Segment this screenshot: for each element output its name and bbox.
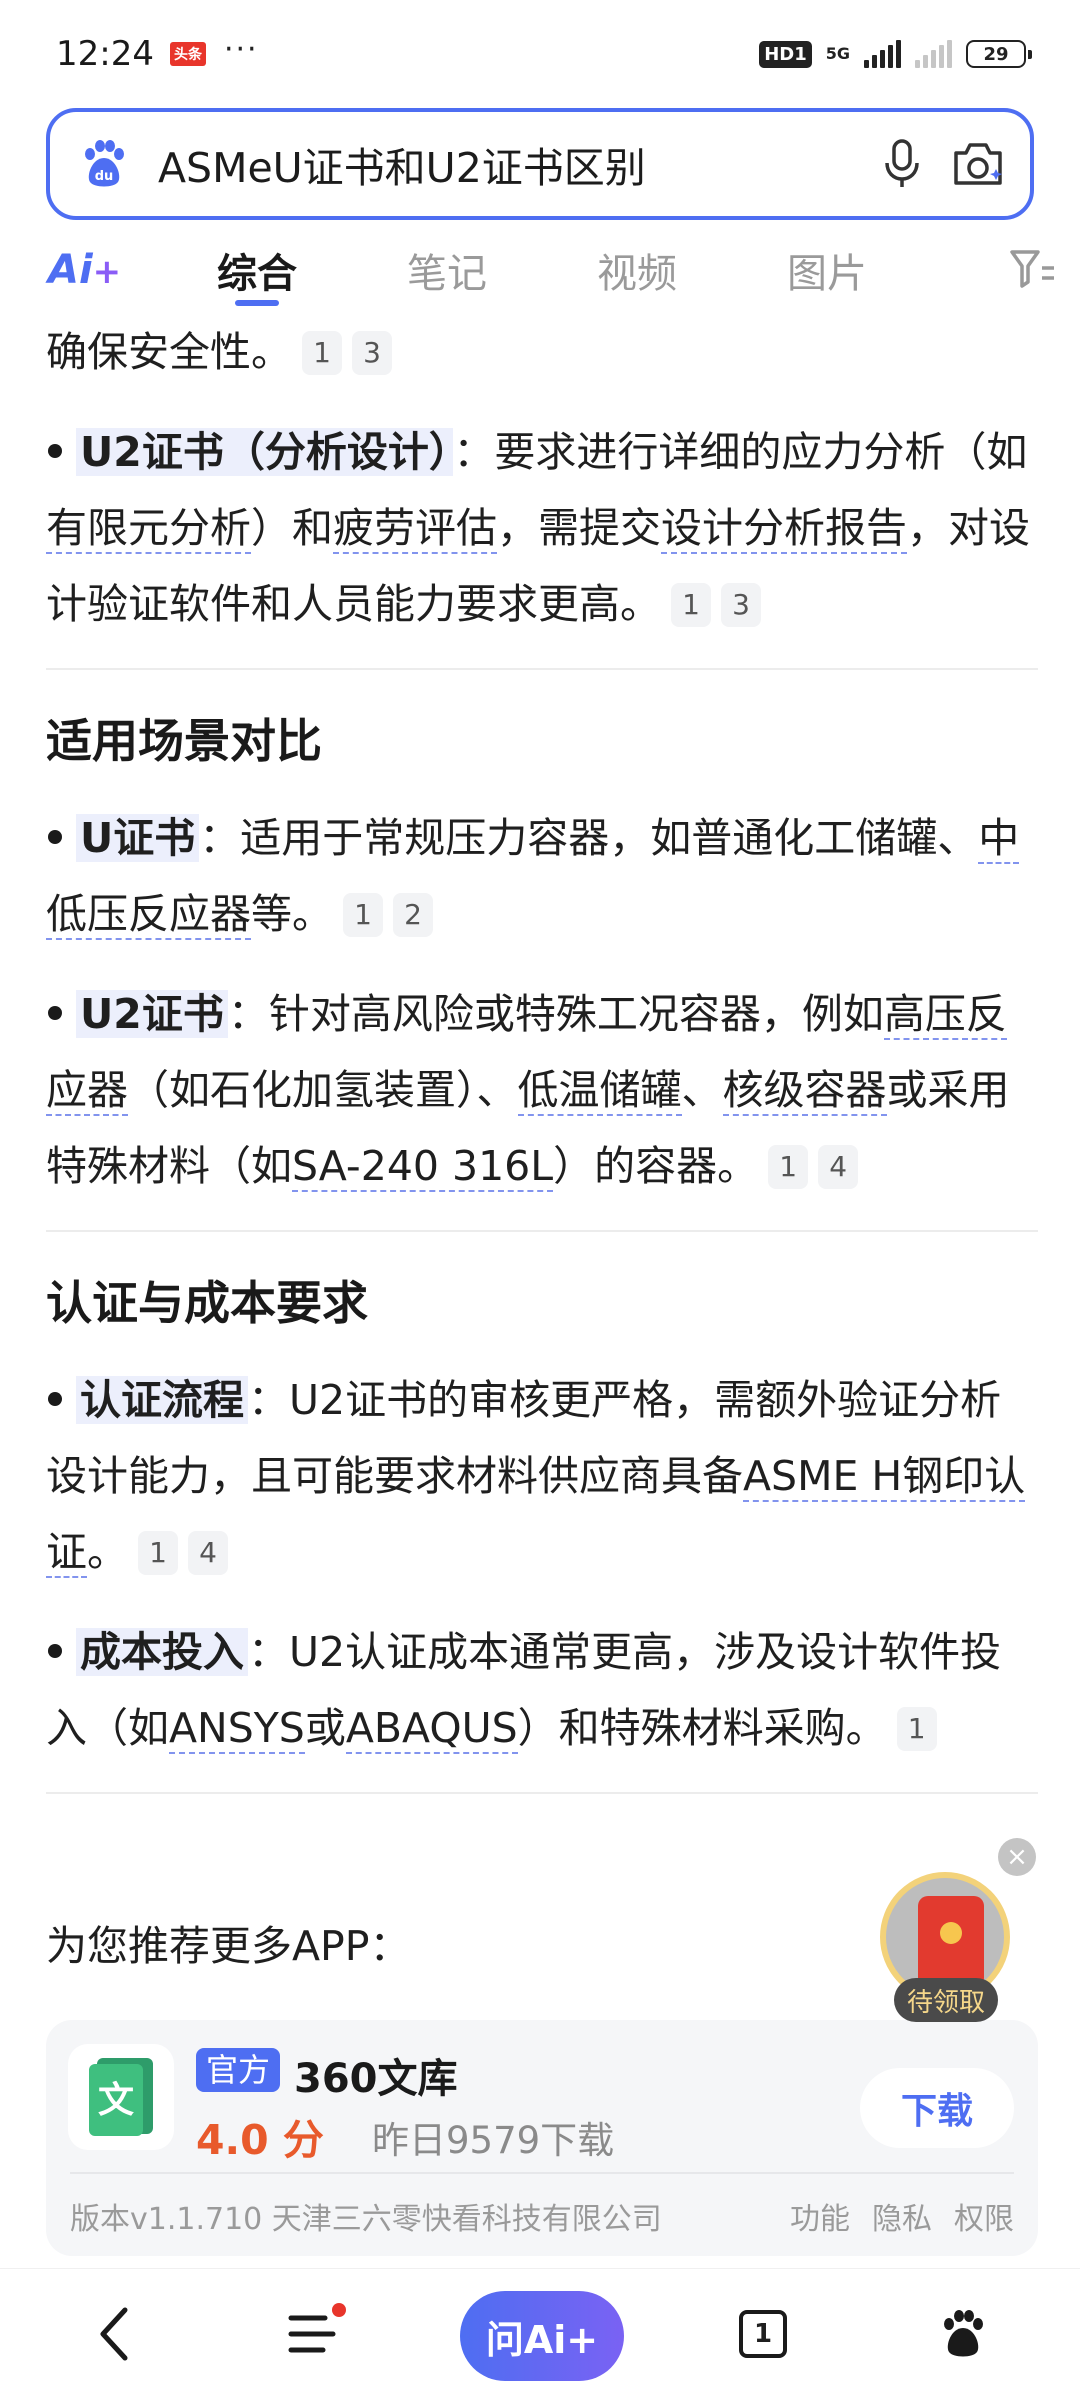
app-privacy-link[interactable]: 隐私 — [872, 2194, 932, 2238]
ai-answer-content: 确保安全性。 1 3 U2证书（分析设计）：要求进行详细的应力分析（如有限元分析）和… — [46, 314, 1038, 1794]
term-link[interactable]: SA-240 316L — [292, 1142, 554, 1192]
keyword-highlight: 认证流程 — [76, 1376, 248, 1424]
tab-switcher-button[interactable]: 1 — [718, 2289, 808, 2379]
wenku-app-icon: 文 — [68, 2044, 174, 2150]
search-input[interactable]: ASMeU证书和U2证书区别 — [158, 134, 854, 194]
term-link[interactable]: ANSYS — [169, 1704, 305, 1754]
bullet-dot — [48, 1006, 62, 1020]
section-divider — [46, 668, 1038, 670]
tab-videos[interactable]: 视频 — [566, 226, 708, 314]
app-recommend-card[interactable]: 文 官方 360文库 4.0 分 昨日9579下载 下载 版本v1.1.710 … — [46, 2020, 1038, 2256]
notification-dot — [332, 2303, 346, 2317]
section-divider — [46, 1230, 1038, 1232]
app-name: 360文库 — [294, 2056, 458, 2102]
keyword-highlight: U2证书（分析设计） — [76, 428, 454, 476]
tab-count: 1 — [739, 2310, 787, 2358]
ask-ai-button[interactable]: 问Ai+ — [460, 2291, 624, 2381]
keyword-highlight: U证书 — [76, 814, 200, 862]
app-downloads: 昨日9579下载 — [372, 2119, 615, 2162]
list-item: 认证流程：U2证书的审核更严格，需额外验证分析设计能力，且可能要求材料供应商具备… — [46, 1376, 1026, 1578]
back-icon[interactable] — [70, 2289, 160, 2379]
signal-strength-icon — [864, 40, 901, 68]
term-link[interactable]: 有限元分析 — [46, 504, 251, 554]
card-divider — [70, 2172, 1014, 2174]
answer-paragraph: 确保安全性。 1 3 — [46, 314, 1038, 390]
citation-ref[interactable]: 4 — [188, 1531, 228, 1575]
term-link[interactable]: ABAQUS — [345, 1704, 518, 1754]
bullet-dot — [48, 830, 62, 844]
bullet-dot — [48, 1392, 62, 1406]
more-notifications-icon: ··· — [223, 31, 259, 67]
citation-ref[interactable]: 1 — [671, 583, 711, 627]
bullet-dot — [48, 444, 62, 458]
baidu-paw-icon[interactable]: du — [78, 138, 130, 190]
citation-ref[interactable]: 3 — [721, 583, 761, 627]
svg-text:du: du — [95, 169, 114, 184]
status-bar: 12:24 头条 ··· HD1 5G 29 — [0, 0, 1080, 108]
citation-ref[interactable]: 1 — [302, 331, 342, 375]
red-packet-label[interactable]: 待领取 — [894, 1978, 998, 2022]
citation-ref[interactable]: 4 — [818, 1145, 859, 1189]
baidu-home-icon[interactable] — [918, 2289, 1008, 2379]
term-link[interactable]: 低温储罐 — [517, 1066, 682, 1116]
citation-ref[interactable]: 2 — [393, 893, 433, 937]
signal-strength-sim2-icon — [915, 40, 952, 68]
search-tabs: Ai+ 综合 笔记 视频 图片 — [0, 226, 1080, 314]
tab-images[interactable]: 图片 — [756, 226, 898, 314]
term-link[interactable]: 疲劳评估 — [333, 504, 497, 554]
tab-comprehensive[interactable]: 综合 — [186, 226, 328, 314]
citation-ref[interactable]: 1 — [343, 893, 383, 937]
app-info-links: 功能 隐私 权限 — [790, 2194, 1014, 2238]
list-item: U2证书（分析设计）：要求进行详细的应力分析（如有限元分析）和疲劳评估，需提交设… — [46, 428, 1030, 628]
ai-assistant-logo[interactable]: Ai+ — [48, 247, 138, 293]
menu-icon[interactable] — [270, 2289, 360, 2379]
term-link[interactable]: 核级容器 — [722, 1066, 887, 1116]
section-heading: 认证与成本要求 — [46, 1276, 368, 1330]
citation-ref[interactable]: 1 — [768, 1145, 809, 1189]
tab-notes[interactable]: 笔记 — [376, 226, 518, 314]
download-button[interactable]: 下载 — [860, 2068, 1014, 2148]
app-version-developer: 版本v1.1.710 天津三六零快看科技有限公司 — [70, 2202, 662, 2237]
keyword-highlight: U2证书 — [76, 990, 228, 1038]
search-box[interactable]: du ASMeU证书和U2证书区别 — [46, 108, 1034, 220]
battery-icon: 29 — [966, 40, 1032, 68]
list-item: 成本投入：U2认证成本通常更高，涉及设计软件投入（如ANSYS或ABAQUS）和… — [46, 1628, 1002, 1754]
bullet-dot — [48, 1644, 62, 1658]
news-app-icon: 头条 — [169, 42, 206, 66]
svg-text:文: 文 — [98, 2080, 134, 2121]
network-type-label: 5G — [825, 44, 850, 63]
filter-icon[interactable] — [1008, 246, 1058, 292]
hd-voice-icon: HD1 — [759, 40, 812, 68]
section-heading: 适用场景对比 — [46, 714, 322, 768]
official-badge: 官方 — [196, 2048, 281, 2092]
recommend-title: 为您推荐更多APP： — [46, 1922, 411, 1970]
term-link[interactable]: 设计分析报告 — [661, 504, 907, 554]
citation-ref[interactable]: 3 — [352, 331, 392, 375]
citation-ref[interactable]: 1 — [138, 1531, 178, 1575]
citation-ref[interactable]: 1 — [896, 1707, 937, 1751]
bottom-navigation: 问Ai+ 1 — [0, 2268, 1080, 2400]
status-time: 12:24 — [56, 34, 154, 74]
app-features-link[interactable]: 功能 — [790, 2194, 850, 2238]
keyword-highlight: 成本投入 — [76, 1628, 248, 1676]
close-icon[interactable]: × — [998, 1838, 1036, 1876]
camera-search-icon[interactable] — [950, 136, 1006, 192]
microphone-icon[interactable] — [874, 136, 930, 192]
list-item: U2证书：针对高风险或特殊工况容器，例如高压反应器（如石化加氢装置）、低温储罐、… — [46, 990, 1010, 1192]
list-item: U证书：适用于常规压力容器，如普通化工储罐、中低压反应器等。 1 2 — [46, 814, 1020, 940]
app-score: 4.0 分 — [196, 2116, 324, 2164]
section-divider — [46, 1792, 1038, 1794]
app-permissions-link[interactable]: 权限 — [954, 2194, 1014, 2238]
